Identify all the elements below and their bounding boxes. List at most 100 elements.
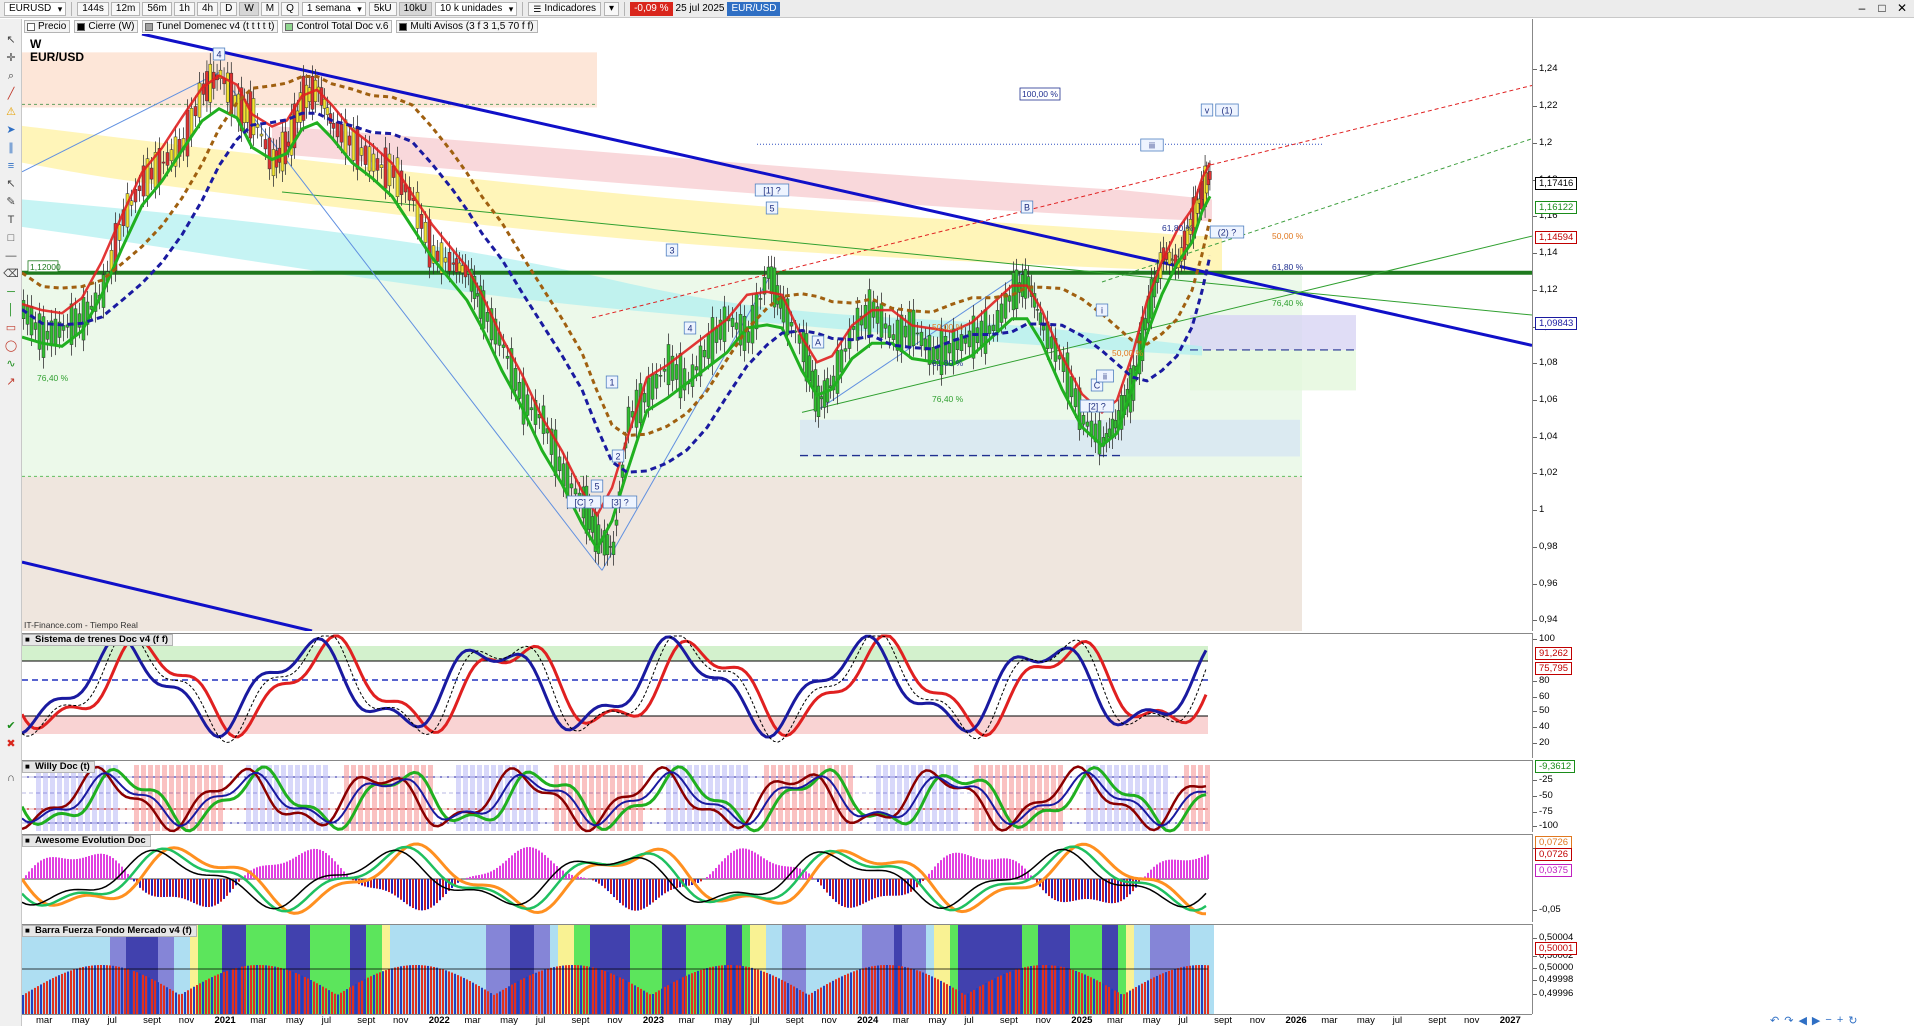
timeframe-button-4h[interactable]: 4h	[196, 1, 219, 16]
awesome-bar	[1021, 865, 1023, 879]
awesome-bar	[28, 871, 30, 879]
indicators-button[interactable]: ☰ Indicadores	[528, 1, 602, 16]
scroll-left-icon[interactable]: ◀	[1798, 1014, 1806, 1026]
awesome-title[interactable]: Awesome Evolution Doc	[22, 835, 151, 847]
candle-body	[584, 485, 589, 534]
awesome-bar	[697, 879, 699, 883]
pencil-icon[interactable]: ✎	[3, 195, 19, 209]
barra-bar	[67, 971, 69, 1015]
willy-title[interactable]: Willy Doc (t)	[22, 761, 95, 773]
cursor-icon[interactable]: ↖	[3, 177, 19, 191]
price-tick-label: 1,14	[1533, 247, 1558, 259]
barra-title[interactable]: Barra Fuerza Fondo Mercado v4 (f)	[22, 925, 197, 937]
price-panel[interactable]: 4 5 [1] ? 3 4 1 2 5 [C] ? [3] ? A B C [2] ? i ii iii v (1)…	[21, 32, 1533, 633]
awesome-chart[interactable]	[20, 835, 1532, 923]
delete-icon[interactable]: ✖	[3, 737, 19, 751]
crosshair-icon[interactable]: ✛	[3, 51, 19, 65]
line-icon[interactable]: —	[3, 249, 19, 263]
price-axis[interactable]: 1,241,221,21,181,161,141,121,11,081,061,…	[1532, 19, 1592, 631]
willy-band	[295, 765, 300, 831]
ray-icon[interactable]: ↗	[3, 375, 19, 389]
ellipse-icon[interactable]: ◯	[3, 339, 19, 353]
timeframe-button-w[interactable]: W	[239, 1, 259, 16]
magnet-icon[interactable]: ∩	[3, 771, 19, 785]
barra-bar	[991, 979, 993, 1015]
awesome-panel[interactable]: Awesome Evolution Doc	[20, 834, 1532, 923]
zoom-out-icon[interactable]: −	[1825, 1014, 1831, 1026]
trenes-title[interactable]: Sistema de trenes Doc v4 (f f)	[22, 634, 174, 646]
willy-panel[interactable]: Willy Doc (t)	[20, 760, 1532, 833]
barra-panel[interactable]: Barra Fuerza Fondo Mercado v4 (f)	[22, 924, 1532, 1015]
restore-icon[interactable]: □	[1874, 1, 1890, 15]
zoom-in-icon[interactable]: +	[1837, 1014, 1843, 1026]
undo-icon[interactable]: ↶	[1770, 1014, 1779, 1026]
timeframe-button-12m[interactable]: 12m	[110, 1, 141, 16]
vertical-line-icon[interactable]: │	[3, 303, 19, 317]
indicator-chip[interactable]: Tunel Domenec v4 (t t t t t)	[142, 20, 279, 33]
eraser-icon[interactable]: ⌫	[3, 267, 19, 281]
indicator-chip[interactable]: Multi Avisos (3 f 3 1,5 70 f f)	[396, 20, 538, 33]
candle-body	[947, 342, 952, 354]
alert-icon[interactable]: ⚠	[3, 105, 19, 119]
minimize-icon[interactable]: –	[1854, 1, 1870, 15]
barra-bar	[901, 966, 903, 1015]
unit-button-10ku[interactable]: 10kU	[398, 1, 432, 16]
barra-bar	[913, 969, 915, 1015]
trenes-chart[interactable]	[20, 634, 1532, 759]
barra-bar	[130, 970, 132, 1015]
willy-band	[659, 765, 664, 831]
pointer-icon[interactable]: ↖	[3, 33, 19, 47]
indicator-chip[interactable]: Cierre (W)	[74, 20, 139, 33]
check-icon[interactable]: ✔	[3, 719, 19, 733]
price-chart[interactable]: 45[1] ?34125[C] ? [3] ?ABC[2] ?iiiiiiv (1)…	[21, 32, 1533, 633]
shapes-icon[interactable]: □	[3, 231, 19, 245]
indicator-chip[interactable]: Precio	[24, 20, 71, 33]
zoom-icon[interactable]: ⌕	[3, 69, 19, 83]
fibonacci-icon[interactable]: ≡	[3, 159, 19, 173]
channel-icon[interactable]: ∥	[3, 141, 19, 155]
willy-chart[interactable]	[20, 761, 1532, 833]
willy-band	[190, 765, 195, 831]
candle-body	[1208, 171, 1212, 180]
scroll-right-icon[interactable]: ▶	[1812, 1014, 1820, 1026]
reset-zoom-icon[interactable]: ↻	[1848, 1014, 1857, 1026]
timeframe-button-m[interactable]: M	[260, 1, 280, 16]
wave-icon[interactable]: ∿	[3, 357, 19, 371]
willy-band	[1107, 765, 1112, 831]
timeframe-button-1h[interactable]: 1h	[173, 1, 195, 16]
timeframe-button-d[interactable]: D	[220, 1, 238, 16]
indicators-dropdown-button[interactable]: ▾	[604, 1, 620, 16]
indicator-chip[interactable]: Control Total Doc v.6	[282, 20, 393, 33]
barra-bar	[136, 972, 138, 1015]
timeframe-button-56m[interactable]: 56m	[142, 1, 172, 16]
redo-icon[interactable]: ↷	[1784, 1014, 1793, 1026]
awesome-bar	[430, 879, 432, 908]
units-select[interactable]: 10 k unidades	[434, 1, 518, 16]
candle-body	[1069, 376, 1074, 398]
barra-chart[interactable]	[22, 925, 1532, 1015]
barra-bar	[280, 967, 282, 1015]
arrow-tool-icon[interactable]: ➤	[3, 123, 19, 137]
barra-bar	[1135, 987, 1137, 1015]
toolbar-separator	[624, 1, 626, 16]
time-axis[interactable]: mar may jul sept nov 2021 mar may jul sept nov 2022…	[22, 1014, 1532, 1026]
period-select[interactable]: 1 semana	[301, 1, 366, 16]
awesome-bar	[1006, 858, 1008, 879]
horizontal-line-icon[interactable]: ─	[3, 285, 19, 299]
awesome-bar	[718, 864, 720, 879]
trenes-panel[interactable]: Sistema de trenes Doc v4 (f f)	[20, 633, 1532, 759]
rectangle-icon[interactable]: ▭	[3, 321, 19, 335]
time-tick-label: may	[928, 1015, 947, 1026]
timeframe-button-144s[interactable]: 144s	[77, 1, 109, 16]
instrument-badge[interactable]: EUR/USD	[727, 1, 781, 16]
awesome-bar	[202, 879, 204, 907]
candle-body	[646, 377, 651, 407]
barra-bar	[904, 966, 906, 1015]
close-icon[interactable]: ✕	[1894, 1, 1910, 15]
symbol-select[interactable]: EURUSD	[4, 1, 67, 16]
timeframe-button-q[interactable]: Q	[281, 1, 299, 16]
barra-bar	[1111, 988, 1113, 1015]
trendline-icon[interactable]: ╱	[3, 87, 19, 101]
unit-button-5ku[interactable]: 5kU	[368, 1, 397, 16]
text-tool-icon[interactable]: T	[3, 213, 19, 227]
